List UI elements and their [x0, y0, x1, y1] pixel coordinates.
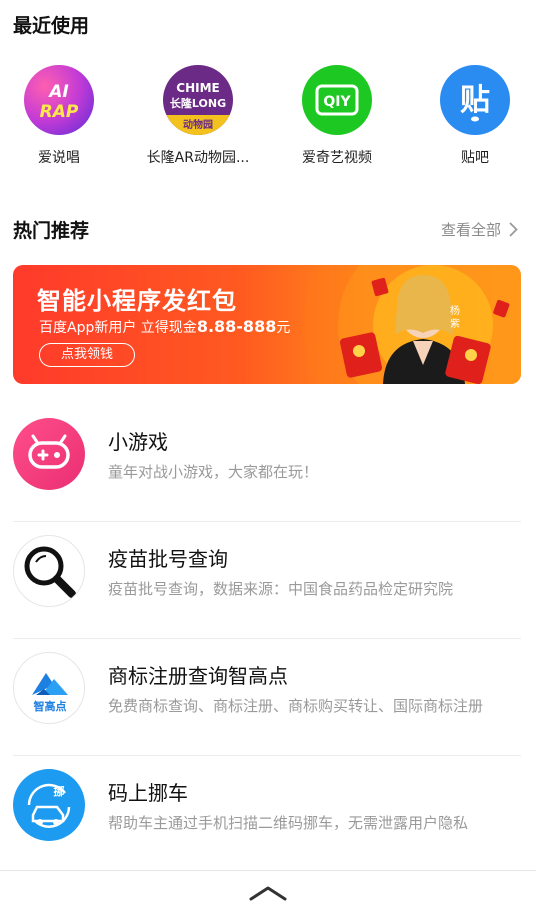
banner-subtitle-suffix: 元	[276, 320, 291, 336]
banner-subtitle-prefix: 百度App新用户 立得现金	[39, 320, 197, 336]
list-item-title: 疫苗批号查询	[108, 547, 228, 571]
car-move-icon: 挪	[13, 769, 85, 841]
recent-app-label: 长隆AR动物园...	[146, 150, 250, 166]
banner-subtitle: 百度App新用户 立得现金8.88-888元	[39, 317, 290, 337]
recent-app-iqiyi[interactable]: QIY 爱奇艺视频	[267, 65, 407, 167]
recent-app-label: 贴吧	[461, 150, 489, 166]
gamepad-icon	[13, 418, 85, 490]
list-item[interactable]: 小游戏 童年对战小游戏，大家都在玩！	[13, 405, 521, 522]
iqiyi-logo-icon: QIY	[302, 65, 372, 135]
view-all-label: 查看全部	[440, 221, 501, 239]
tieba-logo-icon: 贴	[440, 65, 510, 135]
recent-app-label: 爱说唱	[38, 150, 80, 166]
promo-banner[interactable]: 智能小程序发红包 百度App新用户 立得现金8.88-888元 点我领钱 杨紫	[13, 265, 521, 384]
svg-text:贴: 贴	[460, 83, 490, 118]
list-item-desc: 童年对战小游戏，大家都在玩！	[108, 463, 319, 481]
list-item-title: 码上挪车	[108, 781, 188, 805]
list-item-desc: 免费商标查询、商标注册、商标购买转让、国际商标注册	[108, 697, 484, 715]
svg-text:智高点: 智高点	[34, 699, 67, 713]
recent-app-label: 爱奇艺视频	[302, 150, 372, 166]
recent-app-chimelong[interactable]: CHIME 长隆LONG 动物园 长隆AR动物园...	[128, 65, 268, 167]
zhigaodian-logo-icon: 智高点	[13, 652, 85, 724]
list-item[interactable]: 挪 码上挪车 帮助车主通过手机扫描二维码挪车，无需泄露用户隐私	[13, 756, 521, 873]
svg-text:QIY: QIY	[323, 94, 351, 110]
ai-rap-logo-icon: AI RAP	[24, 65, 94, 135]
chimelong-logo-icon: CHIME 长隆LONG 动物园	[163, 65, 233, 135]
bottom-bar	[0, 870, 536, 918]
list-item[interactable]: 智高点 商标注册查询智高点 免费商标查询、商标注册、商标购买转让、国际商标注册	[13, 639, 521, 756]
svg-text:动物园: 动物园	[183, 118, 213, 131]
recent-app-ai-rap[interactable]: AI RAP 爱说唱	[0, 65, 129, 167]
banner-amount: 8.88-888	[196, 317, 277, 336]
banner-title: 智能小程序发红包	[37, 287, 237, 315]
svg-text:长隆LONG: 长隆LONG	[170, 96, 226, 110]
recent-app-tieba[interactable]: 贴 贴吧	[405, 65, 536, 167]
magnifier-icon	[13, 535, 85, 607]
chevron-up-icon[interactable]	[249, 885, 287, 901]
recent-section-title: 最近使用	[13, 15, 90, 37]
list-item-desc: 疫苗批号查询，数据来源：中国食品药品检定研究院	[108, 580, 454, 598]
list-item-title: 商标注册查询智高点	[108, 664, 288, 688]
list-item-desc: 帮助车主通过手机扫描二维码挪车，无需泄露用户隐私	[108, 814, 469, 832]
svg-text:CHIME: CHIME	[176, 81, 219, 95]
svg-text:挪: 挪	[54, 784, 65, 798]
view-all-link[interactable]: 查看全部	[441, 219, 518, 240]
banner-claim-button[interactable]: 点我领钱	[39, 343, 135, 367]
list-item[interactable]: 疫苗批号查询 疫苗批号查询，数据来源：中国食品药品检定研究院	[13, 522, 521, 639]
banner-person-name: 杨紫	[450, 306, 460, 330]
hot-section-title: 热门推荐	[13, 220, 90, 242]
recommend-list: 小游戏 童年对战小游戏，大家都在玩！ 疫苗批号查询 疫苗批号查询，数据来源：中国…	[13, 405, 521, 873]
svg-text:AI: AI	[47, 82, 68, 102]
chevron-right-icon	[509, 222, 518, 237]
recent-apps-row: AI RAP 爱说唱 CHIME 长隆LONG 动物园 长隆AR动物园... Q…	[0, 65, 536, 175]
list-item-title: 小游戏	[108, 430, 168, 454]
svg-text:RAP: RAP	[40, 102, 79, 122]
